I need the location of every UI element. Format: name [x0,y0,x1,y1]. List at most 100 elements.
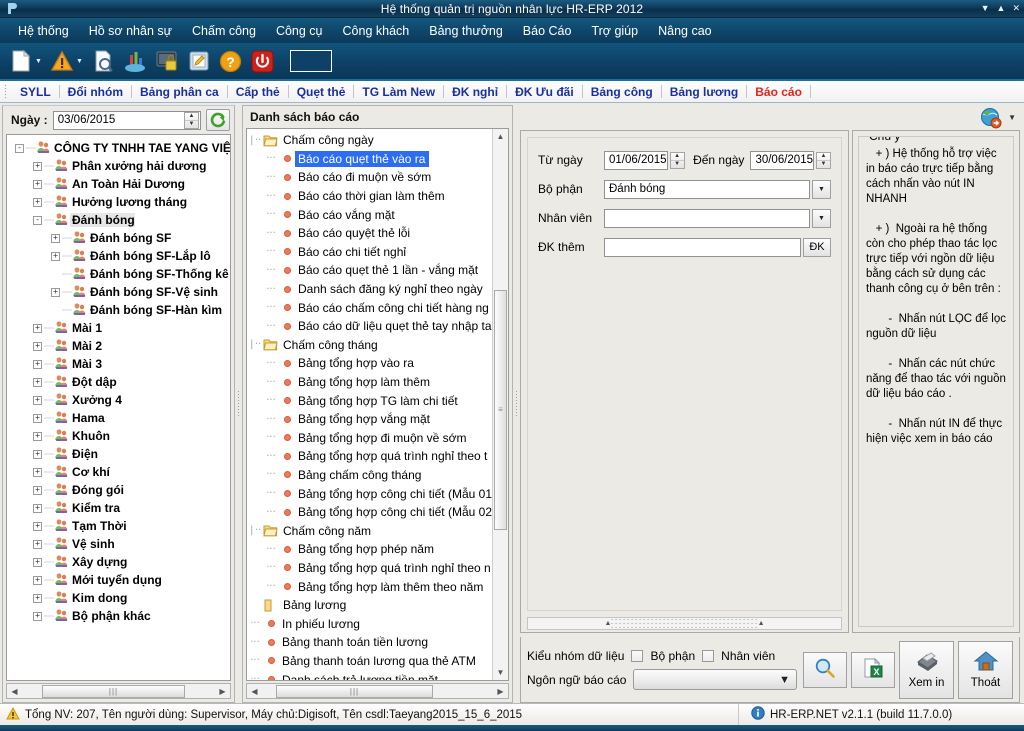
org-tree-node[interactable]: + Bộ phận khác [7,607,230,625]
search-button[interactable] [803,651,847,688]
org-tree-node[interactable]: + Mài 3 [7,355,230,373]
toolbar-grip[interactable] [4,83,8,100]
report-item-node[interactable]: ‧‧‧ Danh sách đăng ký nghỉ theo ngày [247,280,492,299]
report-item-node[interactable]: ‧‧‧ Bảng tổng hợp đi muộn về sớm [247,429,492,448]
report-item-node[interactable]: ‧‧‧ Bảng tổng hợp TG làm chi tiết [247,391,492,410]
report-item-node[interactable]: ‧‧‧ Báo cáo chấm công chi tiết hàng ng [247,298,492,317]
report-item-node[interactable]: ‧‧‧ In phiếu lương [247,614,492,633]
report-item-node[interactable]: ‧‧‧ Danh sách trả lương tiền mặt [247,670,492,681]
report-item-node[interactable]: ‧‧‧ Bảng thanh toán lương qua thẻ ATM [247,652,492,671]
menu-item-4[interactable]: Công cụ [266,21,333,41]
org-tree-node[interactable]: + Điện [7,445,230,463]
org-tree-node[interactable]: Đánh bóng SF-Hàn kìm [7,301,230,319]
org-tree[interactable]: - CÔNG TY TNHH TAE YANG VIỆT + Phân xưởng h… [6,134,231,682]
report-item-node[interactable]: ‧‧‧ Báo cáo vắng mặt [247,205,492,224]
tree-expander-icon[interactable]: + [33,611,42,621]
report-item-node[interactable]: ‧‧‧ Bảng thanh toán tiền lương [247,633,492,652]
org-tree-node[interactable]: + Cơ khí [7,463,230,481]
report-item-node[interactable]: ‧‧‧ Bảng tổng hợp công chi tiết (Mẫu 01 [247,484,492,503]
org-tree-node[interactable]: + Hama [7,409,230,427]
tree-expander-icon[interactable]: + [51,251,60,261]
report-item-node[interactable]: ‧‧‧ Báo cáo quẹt thẻ 1 lần - vắng mặt [247,261,492,280]
print-preview-button[interactable]: Xem in [899,640,954,699]
report-item-node[interactable]: ‧‧‧ Bảng tổng hợp công chi tiết (Mẫu 02 [247,503,492,522]
org-tree-node[interactable]: + Phân xưởng hải dương [7,157,230,175]
tree-expander-icon[interactable]: + [51,287,60,297]
chevron-down-icon[interactable]: ▼ [76,58,83,65]
menu-item-3[interactable]: Chấm công [182,21,266,41]
link-11[interactable]: Báo cáo [747,85,810,99]
link-6[interactable]: TG Làm New [354,85,443,99]
report-item-node[interactable]: ‧‧‧ Báo cáo dữ liệu quẹt thẻ tay nhập ta [247,317,492,336]
employee-dropdown-icon[interactable]: ▼ [812,208,831,228]
org-tree-node[interactable]: + Kim dong [7,589,230,607]
scroll-right-arrow-icon[interactable]: ▶ [493,684,508,698]
report-tree[interactable]: |‧‧ Chấm công ngày ‧‧‧ Báo cáo quẹt thẻ và… [247,129,492,681]
tree-expander-icon[interactable]: + [33,323,42,333]
menu-item-7[interactable]: Báo Cáo [513,21,582,41]
report-item-node[interactable]: ‧‧‧ Báo cáo chi tiết nghỉ [247,243,492,262]
org-tree-node[interactable]: - CÔNG TY TNHH TAE YANG VIỆT [7,139,230,157]
org-tree-node[interactable]: + Đột dập [7,373,230,391]
report-group-node[interactable]: Bảng lương [247,596,492,615]
date-spinner[interactable]: ▲ ▼ [184,111,199,129]
minimize-button[interactable]: ▼ [981,4,990,13]
tree-expander-icon[interactable]: + [33,557,42,567]
org-tree-node[interactable]: + Đánh bóng SF-Vệ sinh [7,283,230,301]
org-tree-node[interactable]: + Hưởng lương tháng [7,193,230,211]
extra-condition-apply-button[interactable]: ĐK [803,237,831,257]
link-1[interactable]: SYLL [12,85,59,99]
exit-button[interactable]: Thoát [958,640,1013,699]
report-item-node[interactable]: ‧‧‧ Bảng tổng hợp vắng mặt [247,410,492,429]
tree-expander-icon[interactable]: + [33,431,42,441]
screen-lock-icon[interactable] [152,46,182,76]
tree-expander-icon[interactable]: + [33,485,42,495]
from-date-spinner[interactable]: ▲ ▼ [669,151,685,169]
report-group-node[interactable]: |‧‧ Chấm công tháng [247,336,492,355]
link-4[interactable]: Cấp thẻ [228,85,288,99]
tree-expander-icon[interactable]: + [33,395,42,405]
report-item-node[interactable]: ‧‧‧ Bảng tổng hợp phép năm [247,540,492,559]
checkbox-department[interactable] [631,650,644,663]
report-list-hscrollbar[interactable]: ◀ ||| ▶ [246,683,509,700]
help-question-icon[interactable]: ? [216,46,246,76]
tree-expander-icon[interactable]: + [33,521,42,531]
scroll-right-arrow-icon[interactable]: ▶ [215,684,230,698]
org-tree-node[interactable]: + Đánh bóng SF-Lắp lô [7,247,230,265]
org-tree-node[interactable]: + Đóng gói [7,481,230,499]
report-item-node[interactable]: ‧‧‧ Bảng tổng hợp làm thêm [247,373,492,392]
to-date-spinner[interactable]: ▲ ▼ [816,151,831,169]
org-tree-node[interactable]: + Xưởng 4 [7,391,230,409]
refresh-icon[interactable] [206,109,230,131]
tree-expander-icon[interactable]: + [33,539,42,549]
preview-search-icon[interactable] [88,46,118,76]
report-item-node[interactable]: ‧‧‧ Báo cáo quyệt thẻ lỗi [247,224,492,243]
link-7[interactable]: ĐK nghỉ [444,85,506,99]
org-tree-node[interactable]: + An Toàn Hải Dương [7,175,230,193]
org-tree-node[interactable]: + Khuôn [7,427,230,445]
scroll-left-arrow-icon[interactable]: ◀ [247,684,262,698]
tree-expander-icon[interactable]: + [51,233,60,243]
tree-expander-icon[interactable]: + [33,179,42,189]
department-dropdown-icon[interactable]: ▼ [812,179,831,199]
org-tree-node[interactable]: - Đánh bóng [7,211,230,229]
org-tree-hscrollbar[interactable]: ◀ ||| ▶ [6,683,231,700]
edit-note-icon[interactable] [184,46,214,76]
scroll-thumb[interactable]: ≡ [494,289,507,530]
new-document-icon[interactable] [6,46,36,76]
date-input[interactable]: 03/06/2015 ▲ ▼ [52,110,201,130]
globe-export-icon[interactable] [977,106,1005,130]
report-item-node[interactable]: ‧‧‧ Báo cáo quẹt thẻ vào ra [247,150,492,169]
tree-expander-icon[interactable]: + [33,503,42,513]
tree-expander-icon[interactable]: + [33,467,42,477]
extra-condition-input[interactable] [604,237,801,257]
department-input[interactable]: Đánh bóng [604,179,810,199]
report-item-node[interactable]: ‧‧‧ Bảng tổng hợp vào ra [247,354,492,373]
link-5[interactable]: Quẹt thẻ [289,85,354,99]
org-tree-node[interactable]: + Mới tuyển dụng [7,571,230,589]
scroll-thumb[interactable]: ||| [276,684,433,698]
form-horizontal-splitter[interactable]: ▲ ▲ [527,617,842,631]
to-date-input[interactable]: 30/06/2015 [750,150,814,170]
employee-input[interactable] [604,208,810,228]
chart-report-icon[interactable] [120,46,150,76]
